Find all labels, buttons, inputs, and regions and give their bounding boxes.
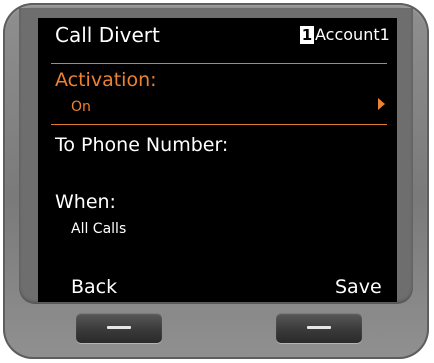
dash-icon: [307, 326, 331, 329]
screen-title: Call Divert: [55, 23, 160, 47]
right-hardware-key[interactable]: [276, 313, 362, 343]
left-hardware-key[interactable]: [76, 313, 162, 343]
selection-bottom-divider: [51, 124, 387, 125]
save-softkey[interactable]: Save: [335, 275, 382, 299]
when-value: All Calls: [71, 221, 127, 237]
activation-value: On: [71, 99, 91, 115]
back-softkey[interactable]: Back: [71, 275, 117, 299]
phone-number-label: To Phone Number:: [55, 134, 229, 156]
when-label: When:: [55, 191, 116, 213]
arrow-right-icon[interactable]: [378, 98, 385, 110]
phone-device: Call Divert 1 Account1 Activation: On To…: [3, 3, 429, 359]
account-number-badge: 1: [300, 26, 314, 44]
activation-label: Activation:: [55, 69, 157, 91]
display-screen: Call Divert 1 Account1 Activation: On To…: [38, 18, 397, 302]
account-name: Account1: [315, 25, 390, 44]
selection-top-divider: [51, 63, 387, 64]
dash-icon: [107, 326, 131, 329]
